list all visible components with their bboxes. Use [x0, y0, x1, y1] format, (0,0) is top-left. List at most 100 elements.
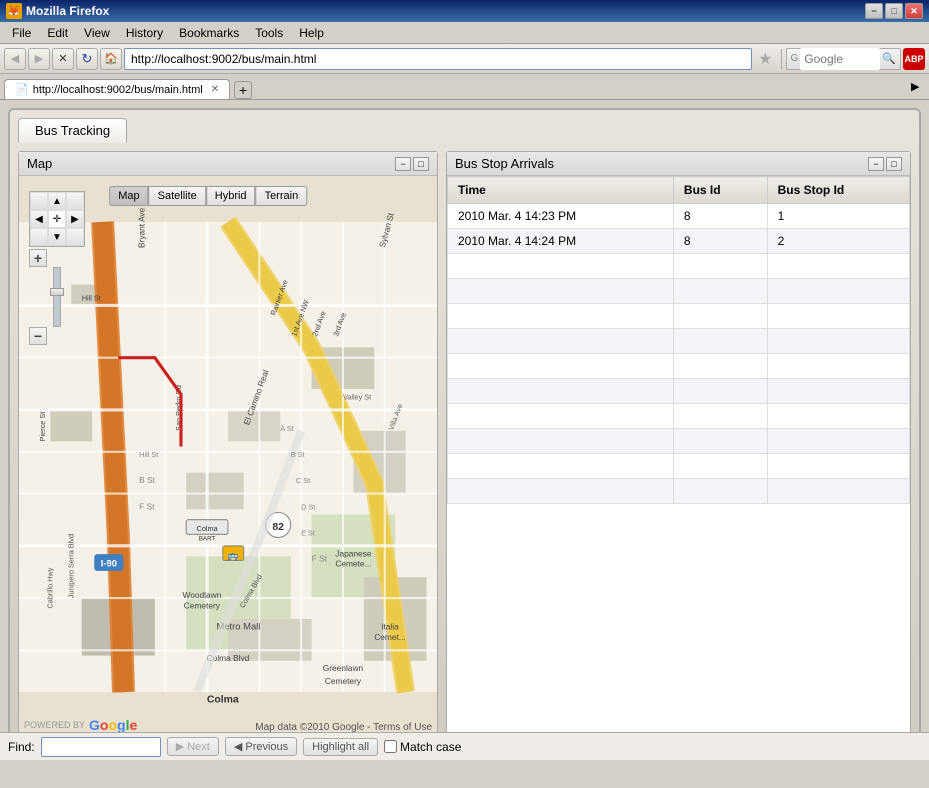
menu-bookmarks[interactable]: Bookmarks	[171, 24, 247, 42]
svg-text:Italia: Italia	[381, 621, 399, 631]
arrivals-table: Time Bus Id Bus Stop Id 2010 Mar. 4 14:2…	[447, 176, 910, 504]
home-button[interactable]: 🏠	[100, 48, 122, 70]
map-maximize-button[interactable]: □	[413, 157, 429, 171]
map-nav-s[interactable]: ▼	[48, 228, 66, 246]
map-nav-se[interactable]	[66, 228, 84, 246]
table-row-empty	[448, 429, 910, 454]
map-type-map[interactable]: Map	[109, 186, 148, 206]
close-button[interactable]: ✕	[905, 3, 923, 19]
map-minimize-button[interactable]: −	[395, 157, 411, 171]
tab-bus-tracking[interactable]: Bus Tracking	[18, 118, 127, 143]
adblock-button[interactable]: ABP	[903, 48, 925, 70]
table-row-empty	[448, 254, 910, 279]
nav-bar: ◀ ▶ ✕ ↻ 🏠 ★ G 🔍 ABP	[0, 44, 929, 74]
map-nav-n[interactable]: ▲	[48, 192, 66, 210]
map-nav-center[interactable]: ✛	[48, 210, 66, 228]
google-logo: POWERED BY Google	[24, 717, 137, 733]
map-nav-ne[interactable]	[66, 192, 84, 210]
svg-text:BART: BART	[199, 536, 216, 543]
table-row-empty	[448, 454, 910, 479]
tab-scroll-right-icon[interactable]: ▶	[911, 80, 925, 93]
menu-tools[interactable]: Tools	[247, 24, 291, 42]
arrivals-table-container: Time Bus Id Bus Stop Id 2010 Mar. 4 14:2…	[447, 176, 910, 738]
google-icon: G	[791, 53, 799, 64]
forward-button[interactable]: ▶	[28, 48, 50, 70]
find-next-button[interactable]: ▶ Next	[167, 737, 219, 756]
menu-file[interactable]: File	[4, 24, 39, 42]
menu-edit[interactable]: Edit	[39, 24, 76, 42]
find-bar: Find: ▶ Next ◀ Previous Highlight all Ma…	[0, 732, 929, 760]
svg-text:Japanese: Japanese	[335, 548, 372, 558]
browser-tab-bar: 📄 http://localhost:9002/bus/main.html ✕ …	[0, 74, 929, 100]
arrivals-maximize-button[interactable]: □	[886, 157, 902, 171]
col-bus-id: Bus Id	[673, 177, 767, 204]
map-type-hybrid[interactable]: Hybrid	[206, 186, 256, 206]
stop-button[interactable]: ✕	[52, 48, 74, 70]
svg-text:Greenlawn: Greenlawn	[323, 663, 364, 673]
new-tab-button[interactable]: +	[234, 81, 252, 99]
search-input[interactable]	[800, 48, 880, 70]
menu-help[interactable]: Help	[291, 24, 332, 42]
col-time: Time	[448, 177, 674, 204]
browser-tab-active[interactable]: 📄 http://localhost:9002/bus/main.html ✕	[4, 79, 230, 99]
svg-text:Cemete...: Cemete...	[335, 559, 371, 569]
browser-tab-favicon: 📄	[15, 83, 29, 96]
svg-text:B St: B St	[139, 475, 155, 485]
window-title: Mozilla Firefox	[26, 4, 109, 18]
firefox-icon: 🦊	[6, 3, 22, 19]
map-zoom-track[interactable]	[53, 267, 61, 327]
svg-text:Woodlawn: Woodlawn	[182, 590, 221, 600]
map-type-buttons: Map Satellite Hybrid Terrain	[109, 186, 307, 206]
maximize-button[interactable]: □	[885, 3, 903, 19]
find-label: Find:	[8, 740, 35, 754]
map-nav-w[interactable]: ◀	[30, 210, 48, 228]
map-nav-e[interactable]: ▶	[66, 210, 84, 228]
map-zoom-out[interactable]: −	[29, 327, 47, 345]
svg-text:F St: F St	[139, 501, 155, 511]
table-row-empty	[448, 479, 910, 504]
svg-text:D St: D St	[301, 502, 315, 511]
table-cell-bus_id: 8	[673, 229, 767, 254]
svg-text:Cabrillo Hwy: Cabrillo Hwy	[45, 567, 54, 608]
map-panel: Map − □	[18, 151, 438, 739]
map-panel-controls: − □	[395, 157, 429, 171]
find-next-arrow-icon: ▶	[176, 741, 184, 753]
svg-text:A St: A St	[280, 424, 293, 433]
map-zoom-in[interactable]: +	[29, 249, 47, 267]
map-panel-title: Map	[27, 156, 52, 171]
back-button[interactable]: ◀	[4, 48, 26, 70]
map-zoom-thumb[interactable]	[50, 288, 64, 296]
map-area[interactable]: Bryant Ave Hill St El Camino Real San Pe…	[19, 176, 437, 738]
find-highlight-button[interactable]: Highlight all	[303, 738, 378, 756]
google-logo-text: Google	[89, 717, 137, 733]
find-input[interactable]	[41, 737, 161, 757]
arrivals-minimize-button[interactable]: −	[868, 157, 884, 171]
svg-text:Cemetery: Cemetery	[325, 676, 362, 686]
map-nav-sw[interactable]	[30, 228, 48, 246]
map-direction-pad: ▲ ◀ ✛ ▶ ▼	[29, 191, 85, 247]
svg-text:I-90: I-90	[101, 558, 117, 569]
map-type-terrain[interactable]: Terrain	[256, 186, 308, 206]
reload-button[interactable]: ↻	[76, 48, 98, 70]
browser-tab-close-icon[interactable]: ✕	[211, 84, 219, 95]
table-cell-bus_stop_id: 2	[767, 229, 909, 254]
find-highlight-label: Highlight all	[312, 741, 369, 753]
address-bar[interactable]	[124, 48, 752, 70]
table-row-empty	[448, 279, 910, 304]
find-previous-button[interactable]: ◀ Previous	[225, 737, 297, 756]
table-row: 2010 Mar. 4 14:23 PM81	[448, 204, 910, 229]
search-icon[interactable]: 🔍	[882, 52, 896, 65]
menu-view[interactable]: View	[76, 24, 118, 42]
menu-history[interactable]: History	[118, 24, 171, 42]
arrivals-panel-header: Bus Stop Arrivals − □	[447, 152, 910, 176]
bookmark-star-icon[interactable]: ★	[758, 49, 772, 69]
arrivals-panel: Bus Stop Arrivals − □ Time Bus Id Bus St…	[446, 151, 911, 739]
map-type-satellite[interactable]: Satellite	[149, 186, 206, 206]
menu-bar: File Edit View History Bookmarks Tools H…	[0, 22, 929, 44]
minimize-button[interactable]: −	[865, 3, 883, 19]
table-cell-time: 2010 Mar. 4 14:23 PM	[448, 204, 674, 229]
find-previous-label: Previous	[245, 741, 288, 753]
find-matchcase-checkbox[interactable]	[384, 740, 397, 753]
map-nav-nw[interactable]	[30, 192, 48, 210]
find-matchcase-label: Match case	[384, 740, 461, 754]
